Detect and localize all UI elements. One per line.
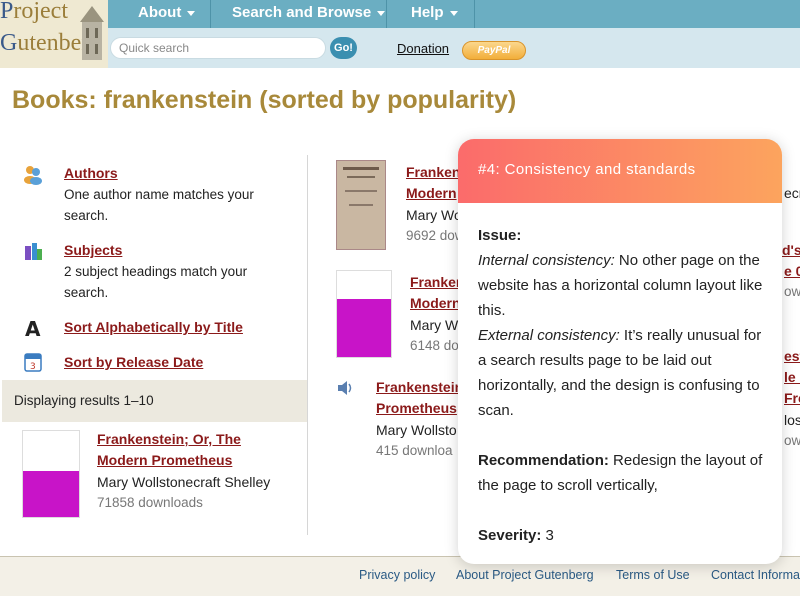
page-title: Books: frankenstein (sorted by popularit…: [12, 86, 517, 114]
nav-about[interactable]: About: [138, 0, 196, 28]
nav-help[interactable]: Help: [411, 0, 458, 28]
usability-issue-card: #4: Consistency and standards Issue: Int…: [458, 139, 782, 564]
logo-line-project: Project: [0, 0, 68, 24]
partial-title[interactable]: e 0: [784, 261, 800, 282]
partial-title[interactable]: d's: [782, 240, 800, 261]
nav-search-and-browse[interactable]: Search and Browse: [232, 0, 386, 28]
partial-text: ow: [784, 284, 800, 299]
footer-about-link[interactable]: About Project Gutenberg: [456, 568, 594, 582]
nav-help-label: Help: [411, 4, 444, 21]
search-placeholder: Quick search: [119, 41, 190, 55]
book-title-line1[interactable]: Franken: [410, 272, 464, 293]
cover-title-line: [347, 176, 375, 178]
cover-art: [23, 471, 79, 517]
book-downloads: 71858 downloads: [97, 495, 203, 510]
project-gutenberg-logo[interactable]: Project Gutenberg: [0, 0, 108, 68]
subjects-description: 2 subject headings match your search.: [64, 264, 248, 300]
footer-contact-link[interactable]: Contact Informa: [711, 568, 800, 582]
nav-divider: [474, 0, 475, 28]
book-title-line1[interactable]: Franken: [406, 162, 460, 183]
results-count-bar: Displaying results 1–10: [2, 380, 307, 422]
donation-link[interactable]: Donation: [397, 41, 449, 56]
authors-description: One author name matches your search.: [64, 187, 254, 223]
book-downloads: 6148 do: [410, 338, 459, 353]
cover-art: [337, 299, 391, 357]
nav-search-label: Search and Browse: [232, 4, 372, 21]
card-header: #4: Consistency and standards: [458, 139, 782, 203]
partial-text: lost: [784, 412, 800, 428]
speaker-icon: [338, 381, 352, 395]
svg-text:3: 3: [30, 362, 36, 372]
building-icon: [80, 6, 104, 60]
book-title-line1[interactable]: Frankenstein; Or, The: [97, 429, 241, 450]
subjects-link[interactable]: Subjects: [64, 242, 122, 258]
sort-alphabetically-link[interactable]: Sort Alphabetically by Title: [64, 319, 243, 335]
book-downloads: 415 downloa: [376, 443, 453, 458]
issue-label: Issue:: [478, 227, 522, 244]
chevron-down-icon: [187, 10, 196, 16]
footer-privacy-link[interactable]: Privacy policy: [359, 568, 435, 582]
logo-text-project: roject: [13, 0, 68, 24]
partial-title[interactable]: le r: [784, 367, 800, 388]
book-title-line2[interactable]: Modern: [406, 183, 457, 204]
nav-divider: [210, 0, 211, 28]
book-cover[interactable]: [336, 270, 392, 358]
recommendation-label: Recommendation:: [478, 452, 609, 469]
authors-link[interactable]: Authors: [64, 165, 118, 181]
cover-title-line: [349, 204, 373, 206]
chevron-down-icon: [377, 10, 386, 16]
card-body: Issue: Internal consistency: No other pa…: [458, 203, 782, 548]
partial-title[interactable]: est: [784, 346, 800, 367]
svg-text:A: A: [25, 317, 41, 339]
nav-divider: [386, 0, 387, 28]
quick-search-input[interactable]: Quick search: [110, 37, 326, 59]
authors-icon: [24, 166, 42, 185]
partial-text: ecra: [784, 185, 800, 201]
book-title-line2[interactable]: Prometheus: [376, 398, 457, 419]
footer-terms-link[interactable]: Terms of Use: [616, 568, 690, 582]
book-title-line2[interactable]: Modern Prometheus: [97, 450, 232, 471]
partial-text: ow: [784, 433, 800, 448]
book-downloads: 9692 dow: [406, 228, 465, 243]
internal-consistency-label: Internal consistency:: [478, 252, 615, 269]
calendar-icon: 3: [24, 353, 42, 372]
book-title-line1[interactable]: Frankenstein: [376, 377, 463, 398]
alphabet-icon: A: [25, 317, 41, 339]
paypal-button[interactable]: PayPal: [462, 41, 526, 60]
cover-title-line: [345, 190, 377, 192]
severity-label: Severity:: [478, 527, 542, 544]
sort-by-date-link[interactable]: Sort by Release Date: [64, 354, 203, 370]
book-title-line2[interactable]: Modern: [410, 293, 461, 314]
book-cover[interactable]: [22, 430, 80, 518]
book-author: Mary Wo: [406, 207, 462, 223]
partial-title[interactable]: Fre: [784, 388, 800, 409]
book-cover[interactable]: [336, 160, 386, 250]
book-author: Mary Wollsto: [376, 422, 457, 438]
book-author: Mary Wollstonecraft Shelley: [97, 474, 271, 490]
nav-about-label: About: [138, 4, 182, 21]
cover-title-line: [343, 167, 379, 170]
subjects-icon: [25, 243, 42, 260]
cover-top: [23, 431, 79, 453]
severity-value: 3: [541, 527, 554, 544]
external-consistency-label: External consistency:: [478, 327, 620, 344]
chevron-down-icon: [449, 10, 458, 16]
search-go-button[interactable]: Go!: [330, 37, 357, 59]
